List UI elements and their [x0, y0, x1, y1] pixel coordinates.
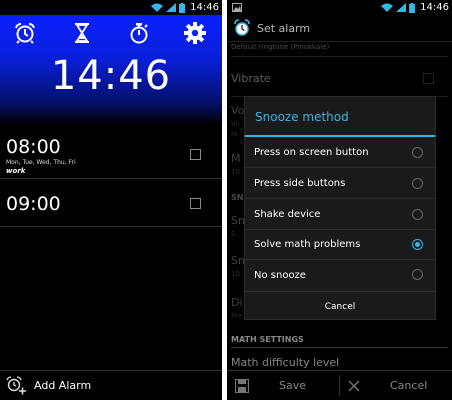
signal-icon — [396, 3, 407, 12]
math-difficulty-label[interactable]: Math difficulty level — [231, 356, 339, 369]
option-solve-math-problems[interactable]: Solve math problems — [245, 230, 435, 260]
alarm-list-screen: 14:46 14:46 08:00 Mon, Tue, Wed, Thu, Fr… — [0, 0, 222, 400]
option-label: Press on screen button — [254, 147, 369, 158]
cancel-label: Cancel — [390, 379, 428, 392]
wifi-icon — [151, 3, 164, 12]
dialog-title: Snooze method — [255, 110, 349, 124]
stopwatch-icon — [130, 23, 148, 44]
gear-icon — [184, 22, 206, 44]
save-label: Save — [279, 379, 307, 392]
alarm-item[interactable]: 08:00 Mon, Tue, Wed, Thu, Fri work — [0, 126, 222, 179]
alarm-clock-icon[interactable] — [233, 19, 251, 37]
alarm-enabled-checkbox[interactable] — [190, 149, 201, 160]
title-bar: Set alarm — [227, 15, 452, 42]
alarm-time: 08:00 — [6, 136, 61, 158]
alarm-clock-icon — [15, 23, 35, 44]
status-time: 14:46 — [190, 2, 219, 13]
math-settings-header: MATH SETTINGS — [231, 335, 304, 344]
option-no-snooze[interactable]: No snooze — [245, 260, 435, 290]
alarm-time: 09:00 — [6, 193, 61, 215]
option-shake-device[interactable]: Shake device — [245, 200, 435, 230]
set-alarm-screen: 14:46 Set alarm Default ringtone (Pinokk… — [227, 0, 452, 400]
radio-button[interactable] — [412, 209, 423, 220]
page-title: Set alarm — [257, 21, 311, 35]
option-label: Solve math problems — [254, 239, 361, 250]
radio-button-selected[interactable] — [412, 239, 423, 250]
timer-tab-button[interactable] — [64, 19, 100, 47]
radio-button[interactable] — [412, 269, 423, 280]
divider — [231, 347, 448, 348]
dialog-cancel-button[interactable]: Cancel — [245, 291, 435, 321]
alarm-enabled-checkbox[interactable] — [190, 198, 201, 209]
save-button[interactable]: Save — [227, 371, 339, 400]
option-press-side-buttons[interactable]: Press side buttons — [245, 169, 435, 199]
status-bar: 14:46 — [0, 0, 222, 15]
current-time: 14:46 — [50, 53, 172, 99]
radio-button[interactable] — [412, 178, 423, 189]
option-label: No snooze — [254, 269, 306, 281]
close-icon — [348, 380, 360, 391]
status-bar: 14:46 — [227, 0, 452, 15]
radio-button[interactable] — [412, 147, 423, 158]
alarm-item[interactable]: 09:00 — [0, 179, 222, 227]
option-press-on-screen-button[interactable]: Press on screen button — [245, 138, 435, 168]
battery-icon — [409, 2, 416, 13]
clock-header: 14:46 — [0, 15, 222, 125]
cancel-button[interactable]: Cancel — [340, 371, 452, 400]
add-alarm-icon — [6, 375, 26, 394]
alarm-days: Mon, Tue, Wed, Thu, Fri — [6, 159, 76, 166]
add-alarm-button[interactable]: Add Alarm — [0, 370, 222, 400]
add-alarm-label: Add Alarm — [34, 379, 92, 392]
settings-tab-button[interactable] — [177, 19, 213, 47]
battery-icon — [179, 2, 186, 13]
option-label: Shake device — [254, 209, 321, 220]
status-time: 14:46 — [420, 2, 449, 13]
image-notification-icon — [232, 3, 242, 12]
action-bar: Save Cancel — [227, 370, 452, 400]
snooze-method-dialog: Snooze method Press on screen button Pre… — [244, 96, 436, 320]
option-label: Press side buttons — [254, 178, 346, 189]
alarm-label: work — [6, 167, 26, 175]
stopwatch-tab-button[interactable] — [121, 19, 157, 47]
wifi-icon — [381, 3, 394, 12]
signal-icon — [166, 3, 177, 12]
hourglass-icon — [75, 23, 89, 43]
dialog-title-divider — [245, 135, 435, 137]
save-icon — [235, 378, 249, 393]
alarm-tab-button[interactable] — [7, 19, 43, 47]
